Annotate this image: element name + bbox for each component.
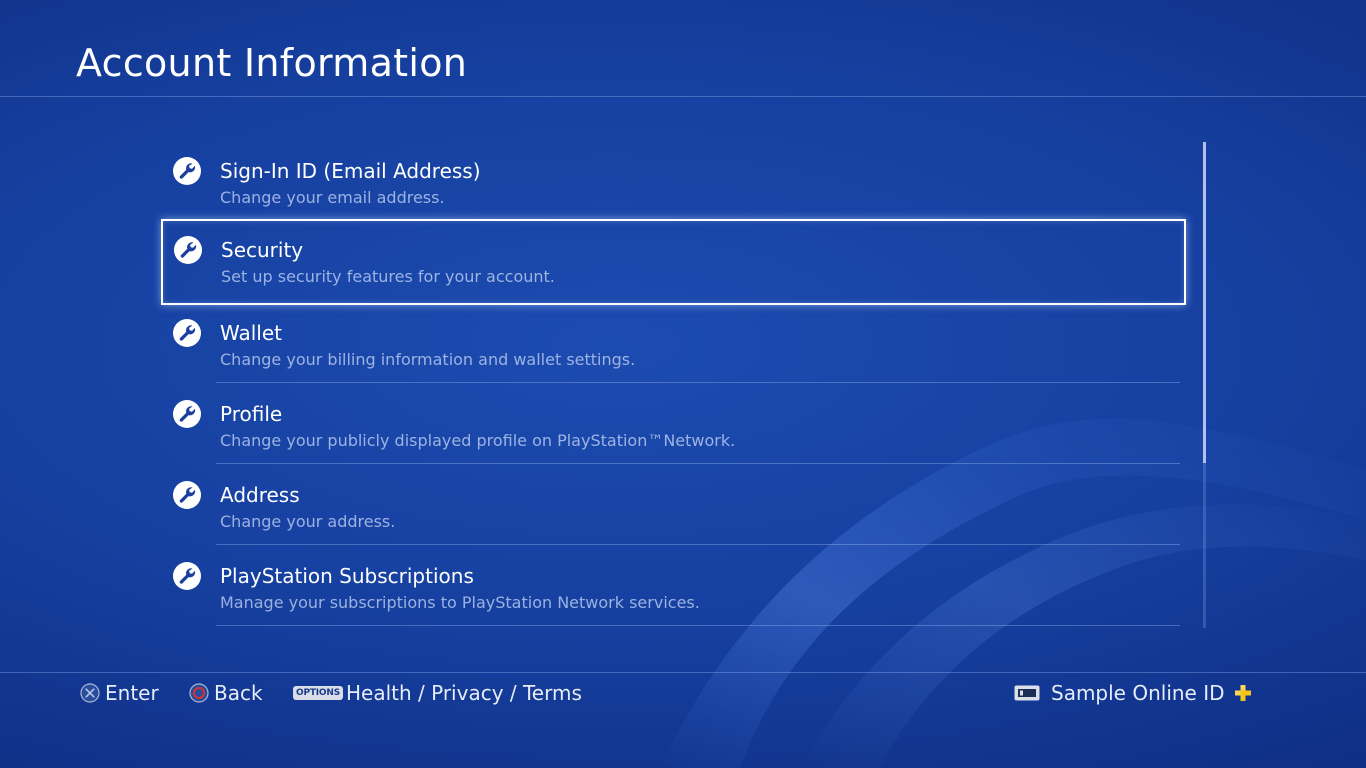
options-label: Health / Privacy / Terms bbox=[346, 681, 582, 705]
menu-item-description: Change your billing information and wall… bbox=[220, 350, 636, 369]
menu-item-sign-in-id[interactable]: Sign-In ID (Email Address) Change your e… bbox=[160, 140, 1184, 221]
wrench-icon bbox=[173, 319, 201, 347]
wrench-icon bbox=[173, 157, 201, 185]
menu-item-label: PlayStation Subscriptions bbox=[220, 564, 474, 588]
circle-button-icon bbox=[189, 683, 209, 703]
menu-item-label: Profile bbox=[220, 402, 283, 426]
footer-divider bbox=[0, 672, 1366, 673]
menu-item-description: Manage your subscriptions to PlayStation… bbox=[220, 593, 700, 612]
menu-item-address[interactable]: Address Change your address. bbox=[160, 464, 1184, 545]
online-id-indicator: Sample Online ID bbox=[1014, 678, 1252, 708]
options-hint[interactable]: OPTIONS Health / Privacy / Terms bbox=[293, 678, 582, 708]
menu-item-security[interactable]: Security Set up security features for yo… bbox=[161, 219, 1186, 305]
page-title: Account Information bbox=[76, 41, 468, 85]
wrench-icon bbox=[173, 481, 201, 509]
account-card-icon bbox=[1014, 685, 1040, 701]
title-divider bbox=[0, 96, 1366, 97]
menu-item-label: Sign-In ID (Email Address) bbox=[220, 159, 481, 183]
enter-hint[interactable]: Enter bbox=[80, 678, 159, 708]
menu-item-description: Set up security features for your accoun… bbox=[221, 267, 555, 286]
back-hint[interactable]: Back bbox=[189, 678, 263, 708]
wrench-icon bbox=[173, 400, 201, 428]
button-hint-bar: Enter Back OPTIONS Health / Privacy / Te… bbox=[0, 678, 1366, 708]
row-divider bbox=[216, 625, 1180, 626]
enter-label: Enter bbox=[105, 681, 159, 705]
menu-item-wallet[interactable]: Wallet Change your billing information a… bbox=[160, 302, 1184, 383]
scrollbar-thumb[interactable] bbox=[1203, 142, 1206, 463]
menu-item-profile[interactable]: Profile Change your publicly displayed p… bbox=[160, 383, 1184, 464]
menu-scrollbar[interactable] bbox=[1203, 142, 1206, 628]
menu-item-label: Address bbox=[220, 483, 300, 507]
wrench-icon bbox=[174, 236, 202, 264]
playstation-plus-icon bbox=[1234, 685, 1251, 701]
back-label: Back bbox=[214, 681, 263, 705]
menu-item-label: Security bbox=[221, 238, 304, 262]
menu-item-label: Wallet bbox=[220, 321, 283, 345]
menu-item-description: Change your email address. bbox=[220, 188, 445, 207]
options-button-icon: OPTIONS bbox=[293, 686, 343, 700]
menu-item-description: Change your publicly displayed profile o… bbox=[220, 431, 736, 450]
wrench-icon bbox=[173, 562, 201, 590]
menu-item-playstation-subscriptions[interactable]: PlayStation Subscriptions Manage your su… bbox=[160, 545, 1184, 626]
menu-item-description: Change your address. bbox=[220, 512, 396, 531]
online-id-label: Sample Online ID bbox=[1051, 681, 1225, 705]
cross-button-icon bbox=[80, 683, 100, 703]
